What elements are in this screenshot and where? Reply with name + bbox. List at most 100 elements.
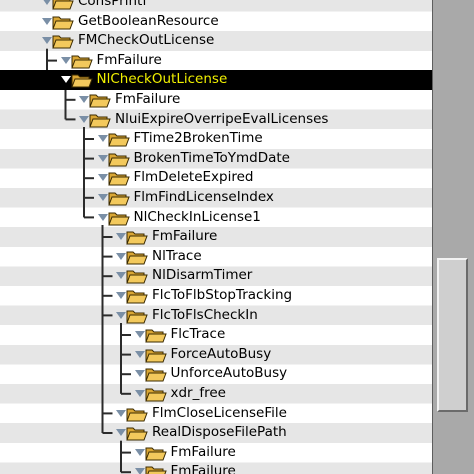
open-folder-icon bbox=[144, 445, 167, 461]
tree-node-label: FTime2BrokenTime bbox=[133, 130, 263, 147]
expand-triangle-icon[interactable] bbox=[116, 292, 126, 299]
tree-node-label: FlcToFlsCheckIn bbox=[152, 306, 258, 323]
tree-node[interactable]: FlcTrace bbox=[0, 325, 432, 345]
tree-node[interactable]: BrokenTimeToYmdDate bbox=[0, 149, 432, 169]
open-folder-icon bbox=[107, 210, 130, 226]
tree-node[interactable]: FlcToFlsCheckIn bbox=[0, 306, 432, 326]
open-folder-icon bbox=[70, 53, 93, 69]
tree-node[interactable]: RealDisposeFilePath bbox=[0, 423, 432, 443]
tree-node-label: NlCheckOutLicense bbox=[96, 71, 228, 88]
expand-triangle-icon[interactable] bbox=[42, 17, 52, 25]
open-folder-icon bbox=[126, 288, 148, 304]
tree-node-label: FmFailure bbox=[96, 51, 162, 68]
open-folder-icon bbox=[126, 268, 148, 284]
expand-triangle-icon[interactable] bbox=[116, 409, 126, 417]
tree-node[interactable]: FlmFindLicenseIndex bbox=[0, 188, 432, 208]
tree-node-label: UnforceAutoBusy bbox=[170, 365, 288, 382]
tree-node-label: NlTrace bbox=[152, 247, 202, 264]
open-folder-icon bbox=[70, 72, 93, 88]
tree-node[interactable]: FlmDeleteExpired bbox=[0, 168, 432, 188]
tree-node-label: GetBooleanResource bbox=[78, 12, 219, 29]
tree-node[interactable]: ForceAutoBusy bbox=[0, 345, 432, 365]
expand-triangle-icon[interactable] bbox=[116, 311, 126, 319]
open-folder-icon bbox=[144, 366, 167, 382]
tree-node[interactable]: FmFailure bbox=[0, 51, 432, 71]
tree-node-label: NlCheckInLicense1 bbox=[133, 208, 261, 225]
expand-triangle-icon[interactable] bbox=[42, 37, 52, 45]
tree-node-label: FMCheckOutLicense bbox=[78, 32, 215, 49]
open-folder-icon bbox=[52, 0, 74, 10]
tree-node[interactable]: FTime2BrokenTime bbox=[0, 129, 432, 149]
expand-triangle-icon[interactable] bbox=[79, 115, 89, 123]
expand-triangle-icon[interactable] bbox=[134, 390, 145, 397]
tree-node[interactable]: NlCheckOutLicense bbox=[0, 70, 432, 90]
open-folder-icon bbox=[107, 170, 130, 186]
open-folder-icon bbox=[107, 131, 130, 147]
expand-triangle-icon[interactable] bbox=[97, 135, 108, 143]
open-folder-icon bbox=[126, 249, 148, 265]
vertical-scrollbar[interactable] bbox=[432, 0, 474, 474]
tree-node-label: FmFailure bbox=[115, 91, 181, 107]
expand-triangle-icon[interactable] bbox=[97, 213, 108, 221]
tree-node-label: NluiExpireOverripeEvalLicenses bbox=[115, 110, 329, 127]
expand-triangle-icon[interactable] bbox=[116, 252, 126, 260]
tree-node-label: ConsPrintf bbox=[78, 0, 148, 9]
tree-node[interactable]: FMCheckOutLicense bbox=[0, 31, 432, 51]
tree-node-label: xdr_free bbox=[170, 385, 226, 401]
call-tree[interactable]: ConsPrintf GetBooleanResource FMCheckOutLi… bbox=[0, 0, 432, 474]
expand-triangle-icon[interactable] bbox=[60, 76, 71, 84]
tree-node[interactable]: FlmCloseLicenseFile bbox=[0, 404, 432, 424]
expand-triangle-icon[interactable] bbox=[42, 0, 52, 5]
tree-node[interactable]: FmFailure bbox=[0, 443, 432, 463]
tree-node-label: FlmFindLicenseIndex bbox=[133, 189, 274, 205]
tree-node[interactable]: NluiExpireOverripeEvalLicenses bbox=[0, 110, 432, 130]
tree-node-label: FlcToFlbStopTracking bbox=[152, 287, 293, 303]
tree-node[interactable]: FmFailure bbox=[0, 462, 432, 474]
expand-triangle-icon[interactable] bbox=[97, 194, 108, 201]
tree-node[interactable]: FmFailure bbox=[0, 90, 432, 110]
expand-triangle-icon[interactable] bbox=[97, 154, 108, 162]
expand-triangle-icon[interactable] bbox=[97, 174, 108, 182]
tree-node[interactable]: xdr_free bbox=[0, 384, 432, 404]
open-folder-icon bbox=[107, 190, 130, 206]
open-folder-icon bbox=[126, 308, 148, 324]
tree-node[interactable]: FlcToFlbStopTracking bbox=[0, 286, 432, 306]
scrollbar-thumb[interactable] bbox=[437, 258, 468, 412]
tree-node-label: FlcTrace bbox=[170, 326, 226, 343]
tree-node[interactable]: NlDisarmTimer bbox=[0, 266, 432, 286]
tree-node-label: RealDisposeFilePath bbox=[152, 424, 287, 441]
tree-node[interactable]: UnforceAutoBusy bbox=[0, 364, 432, 384]
open-folder-icon bbox=[144, 347, 167, 363]
tree-node-label: BrokenTimeToYmdDate bbox=[133, 149, 290, 166]
tree-node-label: FmFailure bbox=[170, 443, 236, 460]
tree-node-label: FlmCloseLicenseFile bbox=[152, 404, 287, 421]
open-folder-icon bbox=[107, 151, 130, 167]
expand-triangle-icon[interactable] bbox=[134, 331, 145, 339]
tree-node[interactable]: GetBooleanResource bbox=[0, 12, 432, 32]
expand-triangle-icon[interactable] bbox=[60, 56, 71, 64]
open-folder-icon bbox=[89, 112, 111, 128]
tree-node[interactable]: NlTrace bbox=[0, 247, 432, 267]
open-folder-icon bbox=[126, 229, 148, 245]
expand-triangle-icon[interactable] bbox=[116, 272, 126, 280]
open-folder-icon bbox=[126, 406, 148, 422]
open-folder-icon bbox=[89, 92, 111, 108]
expand-triangle-icon[interactable] bbox=[134, 468, 145, 474]
open-folder-icon bbox=[126, 425, 148, 441]
expand-triangle-icon[interactable] bbox=[134, 448, 145, 456]
tree-node-label: NlDisarmTimer bbox=[152, 267, 253, 284]
expand-triangle-icon[interactable] bbox=[116, 429, 126, 437]
tree-node[interactable]: ConsPrintf bbox=[0, 0, 432, 12]
tree-node[interactable]: FmFailure bbox=[0, 227, 432, 247]
expand-triangle-icon[interactable] bbox=[116, 233, 126, 241]
open-folder-icon bbox=[52, 33, 74, 49]
tree-node-label: FmFailure bbox=[170, 463, 236, 474]
expand-triangle-icon[interactable] bbox=[79, 96, 89, 103]
expand-triangle-icon[interactable] bbox=[134, 350, 145, 358]
open-folder-icon bbox=[52, 14, 74, 30]
tree-node[interactable]: NlCheckInLicense1 bbox=[0, 208, 432, 228]
open-folder-icon bbox=[144, 327, 167, 343]
tree-node-label: FmFailure bbox=[152, 228, 218, 245]
tree-node-label: ForceAutoBusy bbox=[170, 345, 272, 362]
expand-triangle-icon[interactable] bbox=[134, 370, 145, 378]
